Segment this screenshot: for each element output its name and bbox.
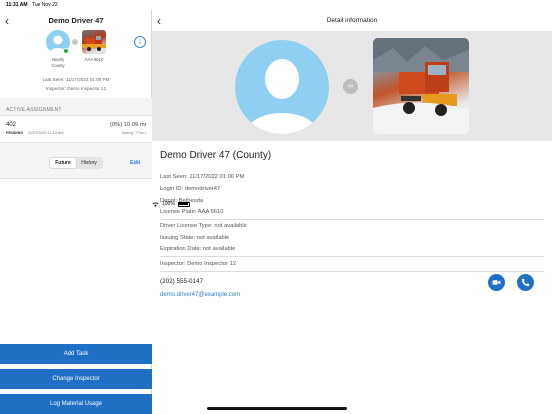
tab-history[interactable]: History	[76, 158, 102, 168]
detail-panel: ‹ Detail information ∞ Demo Driver 47 (C…	[152, 10, 552, 414]
phone-call-button[interactable]	[517, 274, 534, 291]
active-assignment-label: ACTIVE ASSIGNMENT	[6, 107, 62, 113]
video-icon	[492, 280, 501, 285]
last-seen: Last Seen: 11/17/2022 01:00 PM	[160, 174, 245, 180]
assignment-status: PENDING	[6, 131, 24, 135]
phone-number[interactable]: (202) 555-0147	[160, 278, 203, 285]
vehicle-thumbnail[interactable]	[82, 30, 106, 54]
phone-icon	[521, 278, 530, 287]
add-task-button[interactable]: Add Task	[0, 344, 152, 364]
license-plate: License Plate: AAA 6610	[160, 209, 224, 215]
clock: 11:31 AM	[6, 2, 28, 8]
edit-button[interactable]: Edit	[130, 160, 140, 166]
driver-license-type: Driver License Type: not available	[160, 223, 247, 229]
info-icon[interactable]: i	[134, 36, 146, 48]
link-icon	[72, 39, 78, 45]
driver-summary-panel: ‹ Demo Driver 47 Nearly County AAA 6610 …	[0, 10, 152, 414]
snowplow-truck-icon	[82, 35, 106, 51]
vehicle-photo	[373, 38, 469, 134]
vehicle-caption: AAA 6610	[84, 57, 104, 62]
driver-title: Demo Driver 47	[48, 16, 104, 25]
hero-banner: ∞	[152, 31, 552, 141]
assignment-date: 11/21/2022 11:53 AM	[28, 131, 64, 135]
avatar-caption: Nearly County	[44, 57, 72, 68]
home-indicator	[207, 407, 347, 410]
divider	[160, 256, 544, 257]
status-date: Tue Nov 22	[32, 2, 58, 8]
future-history-toggle: Future History	[49, 157, 103, 169]
assignment-number: 402	[6, 122, 17, 128]
assignment-row[interactable]: 402 PENDING 11/21/2022 11:53 AM (0%) 10.…	[0, 115, 152, 143]
task-list-area	[0, 178, 152, 346]
link-icon: ∞	[343, 79, 358, 94]
snowplow-truck-icon	[373, 38, 469, 134]
page-title: Detail information	[326, 17, 378, 24]
divider	[160, 219, 544, 220]
assignment-progress: (0%) 10.09 mi	[109, 122, 146, 128]
expiration-date: Expiration Date: not available	[160, 246, 236, 252]
inspector: Inspector: Demo Inspector 12	[45, 86, 107, 91]
driver-header: ‹ Demo Driver 47 Nearly County AAA 6610 …	[0, 10, 152, 98]
log-material-usage-button[interactable]: Log Material Usage	[0, 394, 152, 414]
issuing-state: Issuing State: not available	[160, 235, 230, 241]
driver-name: Demo Driver 47 (County)	[160, 150, 272, 161]
tab-future[interactable]: Future	[50, 158, 76, 168]
avatar-large	[235, 40, 329, 134]
inspector: Inspector: Demo Inspector 12	[160, 261, 237, 267]
video-call-button[interactable]	[488, 274, 505, 291]
change-inspector-button[interactable]: Change Inspector	[0, 369, 152, 389]
depot: Depot: Bethesda	[160, 198, 204, 204]
online-status-dot	[63, 48, 69, 54]
login-id: Login ID: demodriver47	[160, 186, 221, 192]
last-seen: Last Seen: 11/17/2022 01:00 PM	[42, 77, 110, 82]
status-bar: 11:31 AM Tue Nov 22 100%	[0, 0, 552, 207]
assignment-mode: Salting / Plan I	[121, 131, 146, 135]
divider	[160, 271, 544, 272]
avatar-caption-line2: County	[51, 62, 65, 68]
email-link[interactable]: demo.driver47@example.com	[160, 292, 240, 298]
person-silhouette-icon	[246, 59, 318, 134]
